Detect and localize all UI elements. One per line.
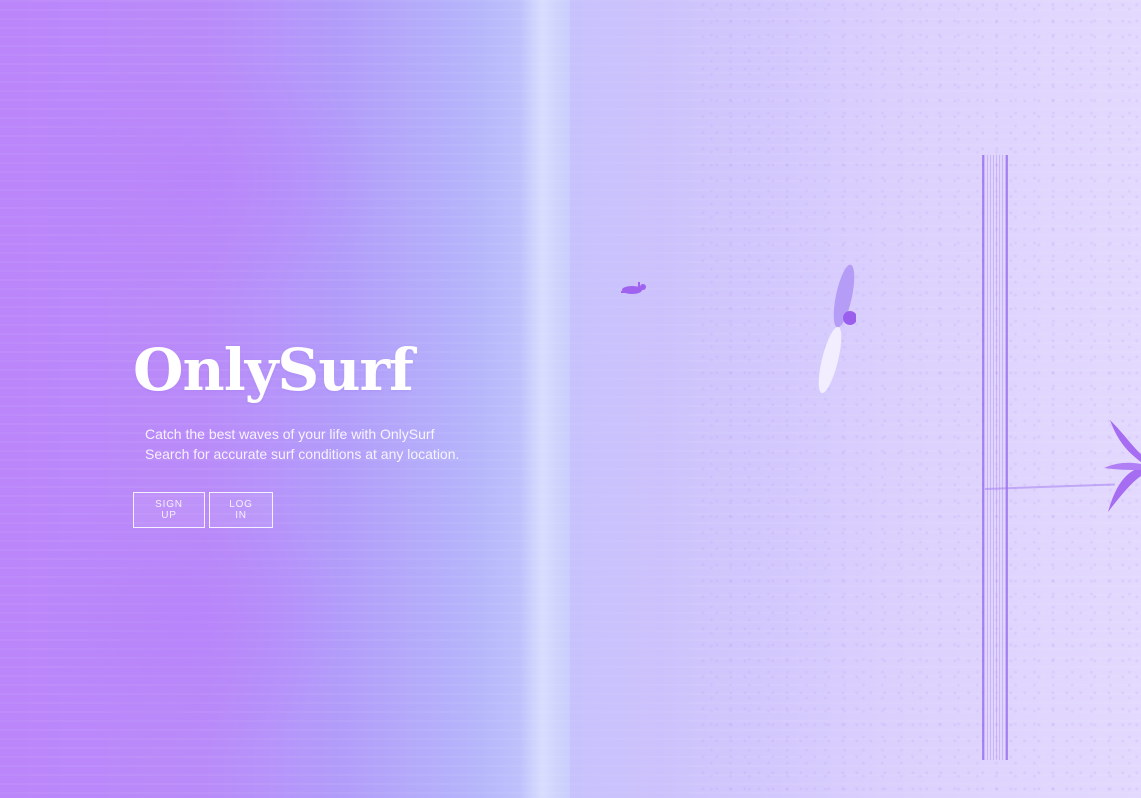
tagline: Catch the best waves of your life with O… — [145, 424, 553, 464]
volleyball-net-image — [982, 155, 1008, 760]
tagline-line-1: Catch the best waves of your life with O… — [145, 426, 435, 442]
beach-person-image — [621, 282, 646, 294]
brand-logo: OnlySurf — [133, 336, 414, 404]
sign-up-button[interactable]: SIGN UP — [133, 492, 205, 528]
palm-tree-image — [1104, 420, 1141, 512]
log-in-button[interactable]: LOG IN — [209, 492, 273, 528]
tagline-line-2: Search for accurate surf conditions at a… — [145, 446, 460, 462]
hero-content: OnlySurf Catch the best waves of your li… — [133, 330, 553, 528]
wet-sand — [570, 0, 690, 798]
surfboard-image — [818, 264, 856, 394]
auth-buttons: SIGN UP LOG IN — [133, 492, 553, 528]
sand-footprints — [700, 0, 1141, 798]
